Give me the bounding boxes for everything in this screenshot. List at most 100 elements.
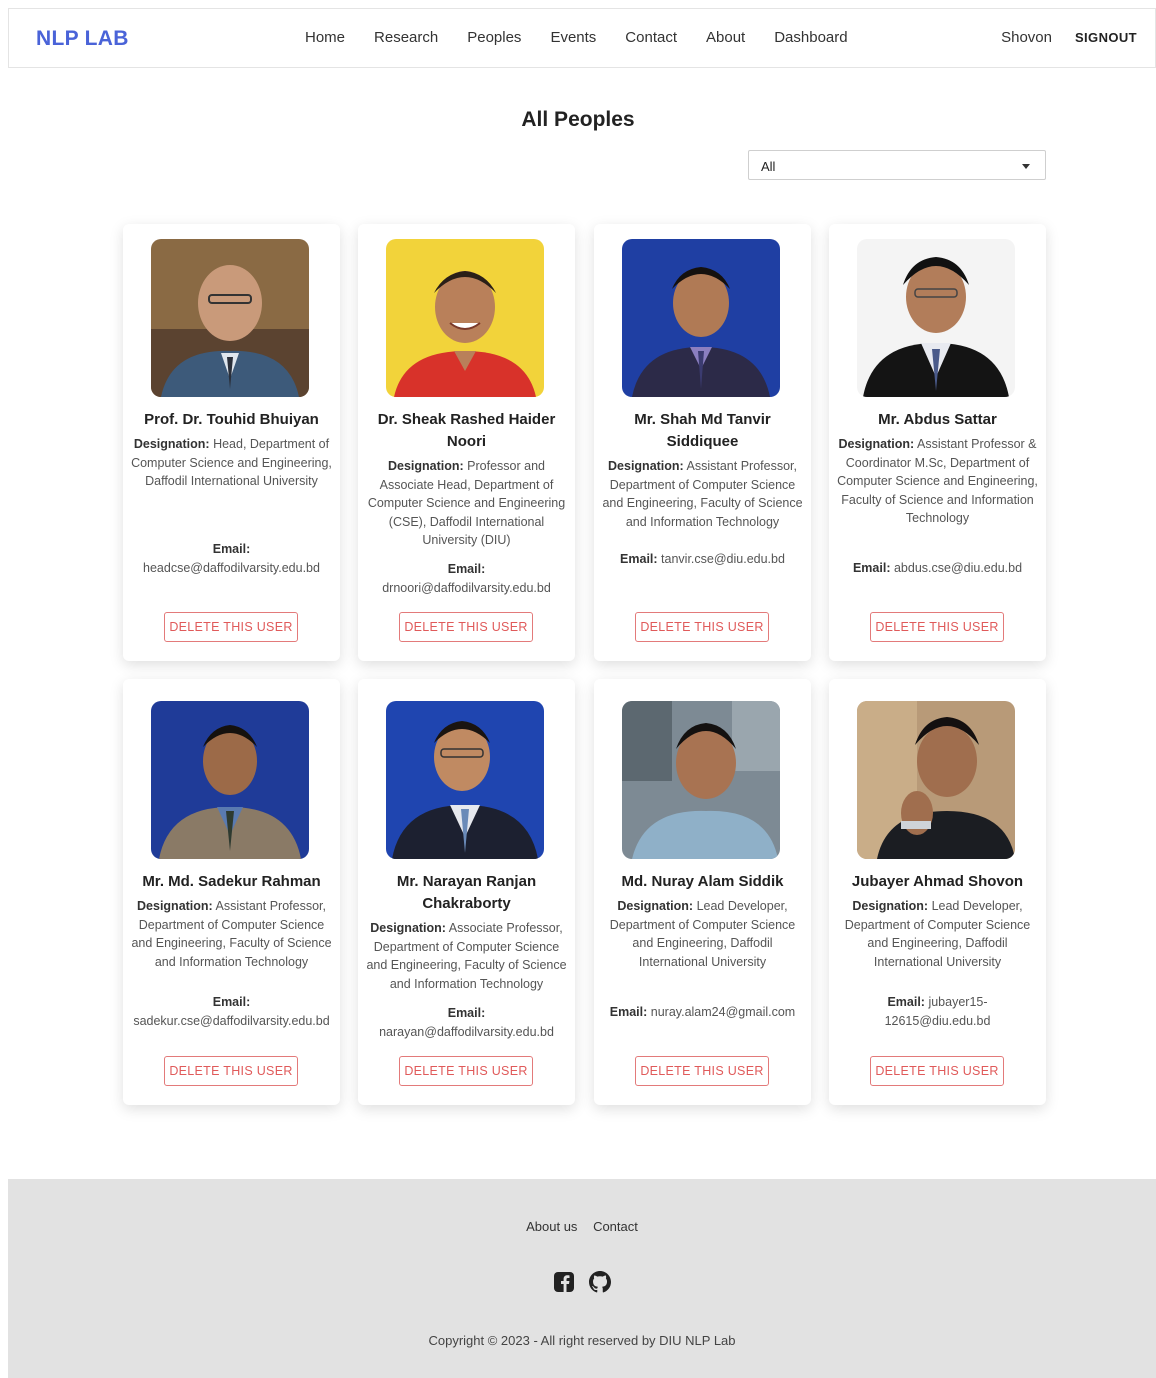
person-info: Dr. Sheak Rashed Haider Noori Designatio…: [364, 409, 569, 550]
person-name: Mr. Shah Md Tanvir Siddiquee: [634, 411, 771, 450]
person-name: Prof. Dr. Touhid Bhuiyan: [144, 411, 319, 428]
person-designation: Designation: Associate Professor, Depart…: [364, 919, 569, 993]
email-value: nuray.alam24@gmail.com: [650, 1005, 796, 1019]
footer-social-icons: [8, 1271, 1156, 1298]
nav-user-area: Shovon SIGNOUT: [1001, 29, 1137, 46]
email-value: headcse@daffodilvarsity.edu.bd: [143, 561, 320, 575]
email-value: drnoori@daffodilvarsity.edu.bd: [382, 581, 551, 595]
person-info: Mr. Shah Md Tanvir Siddiquee Designation…: [600, 409, 805, 531]
chevron-down-icon: [1022, 164, 1030, 169]
role-filter-select[interactable]: All: [748, 150, 1046, 180]
email-label: Email:: [212, 995, 251, 1009]
footer: About us Contact Copyright © 2023 - All …: [8, 1179, 1156, 1378]
person-designation: Designation: Lead Developer, Department …: [835, 897, 1040, 971]
person-email: Email: jubayer15-12615@diu.edu.bd: [859, 993, 1016, 1031]
person-name: Mr. Abdus Sattar: [878, 411, 997, 428]
person-photo: [386, 701, 544, 859]
person-designation: Designation: Professor and Associate Hea…: [364, 457, 569, 550]
nav-about[interactable]: About: [706, 29, 745, 46]
nav-contact[interactable]: Contact: [625, 29, 677, 46]
delete-user-button[interactable]: DELETE THIS USER: [164, 1056, 298, 1086]
email-label: Email:: [609, 1005, 648, 1019]
designation-label: Designation:: [852, 899, 929, 913]
person-email: Email: sadekur.cse@daffodilvarsity.edu.bd: [129, 993, 334, 1031]
person-card: Mr. Abdus Sattar Designation: Assistant …: [829, 224, 1046, 661]
nav-home[interactable]: Home: [305, 29, 345, 46]
person-designation: Designation: Head, Department of Compute…: [129, 435, 334, 491]
person-name: Dr. Sheak Rashed Haider Noori: [377, 411, 556, 450]
person-email: Email: narayan@daffodilvarsity.edu.bd: [364, 1004, 569, 1042]
delete-user-button[interactable]: DELETE THIS USER: [164, 612, 298, 642]
email-value: sadekur.cse@daffodilvarsity.edu.bd: [133, 1014, 330, 1028]
page-title: All Peoples: [521, 108, 635, 131]
delete-user-button[interactable]: DELETE THIS USER: [870, 612, 1004, 642]
designation-label: Designation:: [838, 437, 915, 451]
footer-link-contact[interactable]: Contact: [593, 1219, 638, 1234]
person-email: Email: drnoori@daffodilvarsity.edu.bd: [364, 560, 569, 598]
person-photo: [857, 701, 1015, 859]
person-card: Mr. Shah Md Tanvir Siddiquee Designation…: [594, 224, 811, 661]
person-photo: [622, 239, 780, 397]
user-name-link[interactable]: Shovon: [1001, 29, 1052, 46]
nav-peoples[interactable]: Peoples: [467, 29, 521, 46]
nav-links: Home Research Peoples Events Contact Abo…: [305, 29, 877, 46]
person-name: Md. Nuray Alam Siddik: [621, 873, 784, 890]
designation-label: Designation:: [370, 921, 446, 935]
designation-label: Designation:: [133, 437, 210, 451]
person-designation: Designation: Lead Developer, Department …: [600, 897, 805, 971]
person-card: Md. Nuray Alam Siddik Designation: Lead …: [594, 679, 811, 1105]
copyright-text: Copyright © 2023 - All right reserved by…: [428, 1333, 736, 1348]
person-name: Mr. Md. Sadekur Rahman: [142, 873, 321, 890]
person-email: Email: nuray.alam24@gmail.com: [600, 1003, 805, 1022]
filter-selected-value: All: [761, 159, 776, 174]
person-name: Jubayer Ahmad Shovon: [851, 873, 1024, 890]
designation-label: Designation:: [137, 899, 213, 913]
person-photo: [857, 239, 1015, 397]
person-designation: Designation: Assistant Professor, Depart…: [600, 457, 805, 531]
email-label: Email:: [447, 1006, 486, 1020]
delete-user-button[interactable]: DELETE THIS USER: [635, 1056, 769, 1086]
footer-link-about[interactable]: About us: [526, 1219, 577, 1234]
person-info: Mr. Abdus Sattar Designation: Assistant …: [835, 409, 1040, 528]
person-info: Mr. Md. Sadekur Rahman Designation: Assi…: [129, 871, 334, 971]
person-card: Prof. Dr. Touhid Bhuiyan Designation: He…: [123, 224, 340, 661]
person-email: Email: abdus.cse@diu.edu.bd: [835, 559, 1040, 578]
person-card: Dr. Sheak Rashed Haider Noori Designatio…: [358, 224, 575, 661]
github-icon[interactable]: [589, 1271, 611, 1298]
delete-user-button[interactable]: DELETE THIS USER: [635, 612, 769, 642]
delete-user-button[interactable]: DELETE THIS USER: [870, 1056, 1004, 1086]
person-photo: [622, 701, 780, 859]
designation-label: Designation:: [387, 459, 464, 473]
signout-button[interactable]: SIGNOUT: [1075, 30, 1137, 45]
person-info: Jubayer Ahmad Shovon Designation: Lead D…: [835, 871, 1040, 971]
nav-events[interactable]: Events: [550, 29, 596, 46]
designation-label: Designation:: [617, 899, 694, 913]
person-email: Email: headcse@daffodilvarsity.edu.bd: [129, 540, 334, 578]
person-photo: [151, 701, 309, 859]
person-info: Prof. Dr. Touhid Bhuiyan Designation: He…: [129, 409, 334, 491]
nav-research[interactable]: Research: [374, 29, 438, 46]
person-card: Mr. Md. Sadekur Rahman Designation: Assi…: [123, 679, 340, 1105]
footer-links: About us Contact: [8, 1219, 1156, 1234]
person-photo: [386, 239, 544, 397]
person-info: Md. Nuray Alam Siddik Designation: Lead …: [600, 871, 805, 971]
person-designation: Designation: Assistant Professor & Coord…: [835, 435, 1040, 528]
email-label: Email:: [447, 562, 486, 576]
nav-dashboard[interactable]: Dashboard: [774, 29, 847, 46]
email-label: Email:: [212, 542, 251, 556]
person-email: Email: tanvir.cse@diu.edu.bd: [600, 550, 805, 569]
facebook-icon[interactable]: [553, 1271, 575, 1298]
designation-label: Designation:: [608, 459, 684, 473]
delete-user-button[interactable]: DELETE THIS USER: [399, 1056, 533, 1086]
person-info: Mr. Narayan Ranjan Chakraborty Designati…: [364, 871, 569, 993]
person-card: Mr. Narayan Ranjan Chakraborty Designati…: [358, 679, 575, 1105]
person-card: Jubayer Ahmad Shovon Designation: Lead D…: [829, 679, 1046, 1105]
email-label: Email:: [887, 995, 925, 1009]
navbar: NLP LAB Home Research Peoples Events Con…: [8, 8, 1156, 68]
person-name: Mr. Narayan Ranjan Chakraborty: [396, 873, 537, 912]
person-photo: [151, 239, 309, 397]
email-label: Email:: [852, 561, 891, 575]
brand-logo[interactable]: NLP LAB: [36, 27, 129, 51]
delete-user-button[interactable]: DELETE THIS USER: [399, 612, 533, 642]
email-value: abdus.cse@diu.edu.bd: [893, 561, 1023, 575]
